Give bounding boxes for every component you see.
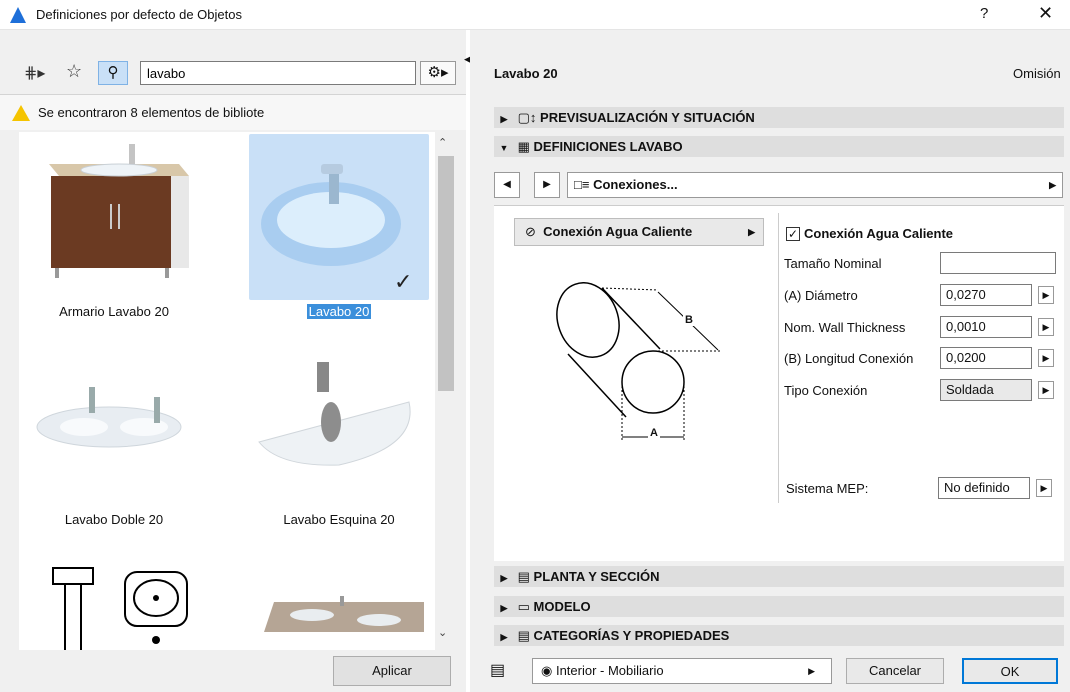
window-title: Definiciones por defecto de Objetos: [36, 7, 242, 22]
wall-thickness-field[interactable]: 0,0010: [940, 316, 1032, 338]
lavabo-thumbnail: ✓: [261, 164, 412, 295]
model-cube-icon: ▭: [517, 599, 530, 614]
wall-thickness-label: Nom. Wall Thickness: [784, 320, 906, 335]
section-title: DEFINICIONES LAVABO: [533, 139, 683, 154]
layer-label: Interior - Mobiliario: [555, 663, 664, 678]
gallery-item-label[interactable]: Lavabo Doble 20: [19, 512, 214, 527]
connection-selector[interactable]: ⊘ Conexión Agua Caliente ▶: [514, 218, 764, 246]
results-message: Se encontraron 8 elementos de bibliote: [38, 105, 265, 120]
section-plan[interactable]: ▶ ▤ PLANTA Y SECCIÓN: [494, 566, 1064, 587]
object-name: Lavabo 20: [494, 66, 558, 81]
nominal-size-field[interactable]: [940, 252, 1056, 274]
section-title: PREVISUALIZACIÓN Y SITUACIÓN: [540, 110, 755, 125]
corner-sink-thumbnail: [258, 362, 411, 466]
prev-page-button[interactable]: ◀: [494, 172, 520, 198]
column-divider: [778, 213, 779, 503]
diameter-label: (A) Diámetro: [784, 288, 858, 303]
connection-checkbox[interactable]: ✓: [786, 227, 800, 241]
connection-type-label: Tipo Conexión: [784, 383, 868, 398]
help-button[interactable]: ?: [980, 5, 988, 22]
connection-length-label: (B) Longitud Conexión: [784, 351, 914, 366]
dropdown-arrow-icon: ▶: [1049, 180, 1056, 190]
layers-icon: ▤: [490, 662, 506, 679]
scroll-up-icon[interactable]: ⌃: [438, 136, 447, 149]
gallery-item-label[interactable]: Lavabo Esquina 20: [239, 512, 435, 527]
page-selector-label: Conexiones...: [593, 177, 678, 192]
search-toggle-icon[interactable]: ⚲: [98, 61, 128, 85]
mep-system-select[interactable]: No definido: [938, 477, 1030, 499]
gallery-item-double-sink[interactable]: [29, 357, 209, 480]
label-a: A: [648, 427, 660, 439]
gallery-item-lavabo-selected[interactable]: ✓: [249, 134, 429, 300]
plan-section-icon: ▤: [517, 569, 530, 584]
settings-icon: ▦: [517, 139, 530, 154]
default-label: Omisión: [1013, 66, 1061, 81]
diameter-menu-arrow-icon[interactable]: ▶: [1038, 286, 1054, 304]
connection-length-menu-arrow-icon[interactable]: ▶: [1038, 349, 1054, 367]
expand-arrow-icon: ▶: [500, 603, 508, 613]
checkbox-label: Conexión Agua Caliente: [804, 226, 954, 241]
label-b: B: [683, 314, 695, 326]
next-page-button[interactable]: ▶: [534, 172, 560, 198]
section-categories[interactable]: ▶ ▤ CATEGORÍAS Y PROPIEDADES: [494, 625, 1064, 646]
section-settings[interactable]: ▼ ▦ DEFINICIONES LAVABO: [494, 136, 1064, 157]
double-sink-thumbnail: [36, 387, 182, 448]
cabinet-thumbnail: [49, 144, 189, 278]
diameter-field[interactable]: 0,0270: [940, 284, 1032, 306]
connection-length-field[interactable]: 0,0200: [940, 347, 1032, 369]
counter-sink-thumbnail: [264, 596, 424, 632]
section-model[interactable]: ▶ ▭ MODELO: [494, 596, 1064, 617]
scroll-thumb[interactable]: [438, 156, 454, 391]
pipe-icon: ⊘: [525, 224, 536, 239]
nominal-size-label: Tamaño Nominal: [784, 256, 882, 271]
expand-arrow-icon: ▶: [500, 114, 508, 124]
dropdown-arrow-icon: ▶: [748, 227, 755, 237]
eye-icon: ◉: [541, 663, 553, 678]
section-preview[interactable]: ▶ ▢↕ PREVISUALIZACIÓN Y SITUACIÓN: [494, 107, 1064, 128]
cancel-button[interactable]: Cancelar: [846, 658, 944, 684]
preview-icon: ▢↕: [517, 110, 537, 125]
document-list-icon: ▤: [517, 628, 530, 643]
connection-type-menu-arrow-icon[interactable]: ▶: [1038, 381, 1054, 399]
wall-thickness-menu-arrow-icon[interactable]: ▶: [1038, 318, 1054, 336]
gallery-item-counter-sink[interactable]: [254, 582, 424, 650]
connection-type-select[interactable]: Soldada: [940, 379, 1032, 401]
ok-button[interactable]: OK: [962, 658, 1058, 684]
close-button[interactable]: ✕: [1038, 3, 1053, 24]
scroll-down-icon[interactable]: ⌄: [438, 626, 447, 639]
object-gallery: Armario Lavabo 20 ✓ Lavabo 20 Lavabo Dob…: [19, 132, 435, 650]
gallery-item-cabinet[interactable]: [29, 134, 199, 297]
pedestal-sink-thumbnail: [52, 567, 188, 650]
favorites-star-icon[interactable]: ☆: [66, 61, 82, 82]
gallery-item-label[interactable]: Lavabo 20: [239, 304, 435, 319]
section-title: CATEGORÍAS Y PROPIEDADES: [533, 628, 730, 643]
gear-icon[interactable]: ⚙▸: [420, 61, 456, 85]
dropdown-arrow-icon[interactable]: ▶: [808, 659, 815, 683]
collapse-arrow-icon: ▼: [499, 143, 509, 153]
page-selector[interactable]: □≡ Conexiones... ▶: [567, 172, 1063, 198]
library-tree-icon[interactable]: ⋕▸: [24, 63, 45, 83]
section-title: PLANTA Y SECCIÓN: [533, 569, 660, 584]
search-input[interactable]: [140, 61, 416, 85]
mep-system-label: Sistema MEP:: [786, 481, 869, 496]
gallery-item-label[interactable]: Armario Lavabo 20: [19, 304, 214, 319]
connection-diagram: [556, 282, 720, 442]
svg-text:✓: ✓: [394, 270, 412, 295]
apply-button[interactable]: Aplicar: [333, 656, 451, 686]
layer-selector[interactable]: ◉ Interior - Mobiliario ▶: [532, 658, 832, 684]
mep-system-menu-arrow-icon[interactable]: ▶: [1036, 479, 1052, 497]
gallery-item-corner-sink[interactable]: [249, 357, 429, 480]
expand-arrow-icon: ▶: [500, 632, 508, 642]
expand-arrow-icon: ▶: [500, 573, 508, 583]
connection-selector-label: Conexión Agua Caliente: [543, 224, 693, 239]
section-title: MODELO: [533, 599, 591, 614]
gallery-item-pedestal-sink[interactable]: [49, 562, 199, 650]
connection-page-icon: □≡: [574, 177, 590, 192]
